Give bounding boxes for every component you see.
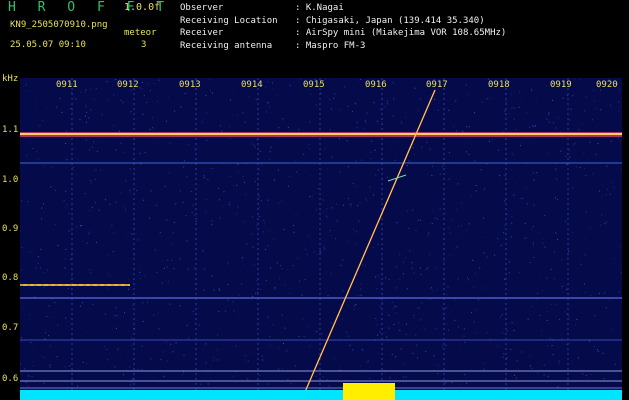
freq-label: 0.8 [2, 273, 19, 283]
time-label: 0917 [426, 80, 448, 90]
info-row-antenna: Receiving antenna: Maspro FM-3 [180, 40, 366, 51]
version-label: 1.0.0f [124, 2, 161, 13]
time-label: 0915 [303, 80, 325, 90]
time-label: 0918 [488, 80, 510, 90]
freq-label: 0.6 [2, 374, 19, 384]
freq-label: 0.7 [2, 323, 19, 333]
time-label: 0916 [365, 80, 387, 90]
spectrogram-canvas [20, 78, 622, 400]
freq-label: 1.0 [2, 175, 19, 185]
filename-label: KN9_2505070910.png [10, 20, 108, 30]
freq-axis-unit: kHz [2, 74, 19, 84]
time-label: 0919 [550, 80, 572, 90]
meteor-count: 3 [141, 40, 147, 50]
freq-label: 1.1 [2, 125, 19, 135]
freq-label: 0.9 [2, 224, 19, 234]
info-row-receiver: Receiver: AirSpy mini (Miakejima VOR 108… [180, 28, 507, 38]
mode-label: meteor [124, 28, 157, 38]
time-label: 0913 [179, 80, 201, 90]
time-label: 0911 [56, 80, 78, 90]
spectrogram [20, 78, 622, 400]
time-label: 0920 [596, 80, 618, 90]
header-panel: H R O F F T 1.0.0f KN9_2505070910.png me… [0, 0, 629, 78]
time-label: 0914 [241, 80, 263, 90]
station-info: Observer: K.Nagai Receiving Location: Ch… [180, 2, 506, 52]
timestamp-label: 25.05.07 09:10 [10, 40, 86, 50]
info-row-observer: Observer: K.Nagai [180, 3, 344, 13]
info-row-location: Receiving Location: Chigasaki, Japan (13… [180, 15, 485, 26]
time-label: 0912 [117, 80, 139, 90]
